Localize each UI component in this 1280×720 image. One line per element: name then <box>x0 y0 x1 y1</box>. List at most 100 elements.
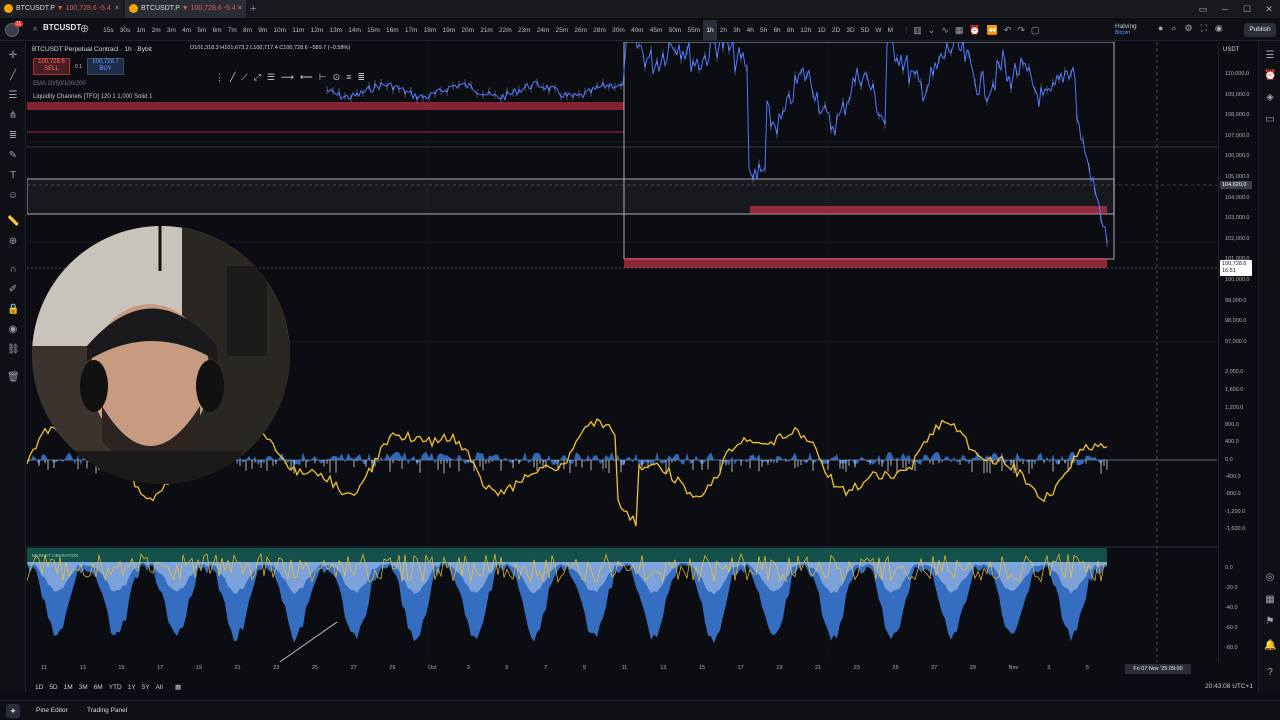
time-axis[interactable]: 11 13 15 17 19 21 23 25 27 29 Oct 3 5 7 9 11 13 15 17 19 21 2… <box>27 663 1217 675</box>
interval-24m[interactable]: 24m <box>534 20 553 41</box>
settings-icon[interactable]: ⚙ <box>1184 23 1192 34</box>
range-5Y[interactable]: 5Y <box>142 684 150 691</box>
indicators-icon[interactable]: ∿ <box>941 20 949 41</box>
trading-panel-tab[interactable]: Trading Panel <box>87 707 127 714</box>
range-1Y[interactable]: 1Y <box>128 684 136 691</box>
interval-15m[interactable]: 15m <box>364 20 383 41</box>
drag-handle-icon[interactable]: ⋮ <box>215 68 224 86</box>
calendar-icon[interactable]: ▦ <box>1264 594 1276 606</box>
interval-3m[interactable]: 3m <box>164 20 179 41</box>
pitchfork-icon[interactable]: ⋔ <box>7 110 19 122</box>
interval-2m[interactable]: 2m <box>149 20 164 41</box>
lock-icon[interactable]: 🔒 <box>7 304 19 316</box>
candle-type-icon[interactable]: ⫶ <box>905 20 907 41</box>
liquidity-channels-legend[interactable]: Liquidity Channels [TFO] 120 1 1,000 Sol… <box>33 94 152 100</box>
ruler-icon[interactable]: 📏 <box>7 216 19 228</box>
replay-icon[interactable]: ⏪ <box>987 20 998 41</box>
interval-13m[interactable]: 13m <box>326 20 345 41</box>
range-1D[interactable]: 1D <box>35 684 43 691</box>
range-6M[interactable]: 6M <box>94 684 103 691</box>
trend-line-icon[interactable]: ╱ <box>230 68 235 86</box>
link-icon[interactable]: ⛓ <box>7 344 20 356</box>
interval-5D[interactable]: 5D <box>858 20 873 41</box>
parallel-channel-icon[interactable]: ☰ <box>267 68 275 86</box>
interval-40m[interactable]: 40m <box>628 20 647 41</box>
watchlist-icon[interactable]: ☰ <box>1264 50 1276 62</box>
maximize-icon[interactable]: ☐ <box>1236 0 1258 18</box>
range-5D[interactable]: 5D <box>49 684 57 691</box>
interval-30m[interactable]: 30m <box>609 20 628 41</box>
interval-3h[interactable]: 3h <box>730 20 743 41</box>
cast-icon[interactable]: ▭ <box>1192 0 1214 18</box>
brush-icon[interactable]: ✎ <box>7 150 19 162</box>
fib-extension-icon[interactable]: ≣ <box>357 68 365 86</box>
range-3M[interactable]: 3M <box>79 684 88 691</box>
symbol-search-button[interactable]: BTCUSDT <box>43 23 81 32</box>
chart-legend-title[interactable]: BTCUSDT Perpetual Contract · 1h · Bybit <box>32 45 152 54</box>
alert-icon[interactable]: ⏰ <box>969 20 980 41</box>
interval-2h[interactable]: 2h <box>717 20 730 41</box>
alerts-icon[interactable]: ⏰ <box>1264 70 1276 82</box>
interval-9m[interactable]: 9m <box>255 20 270 41</box>
interval-18m[interactable]: 18m <box>421 20 440 41</box>
interval-7m[interactable]: 7m <box>225 20 240 41</box>
interval-26m[interactable]: 26m <box>571 20 590 41</box>
interval-8m[interactable]: 8m <box>240 20 255 41</box>
templates-icon[interactable]: ▦ <box>955 20 964 41</box>
circle-icon[interactable]: ⊙ <box>333 68 341 86</box>
target-icon[interactable]: ◎ <box>1264 572 1276 584</box>
profile-icon[interactable]: ● <box>1158 23 1163 34</box>
emoji-icon[interactable]: ☺ <box>7 190 19 202</box>
range-All[interactable]: All <box>156 684 163 691</box>
buy-button[interactable]: 100,728.7 BUY <box>87 58 124 75</box>
crosshair-icon[interactable]: ✛ <box>7 50 19 62</box>
path-icon[interactable]: ⟿ <box>281 68 294 86</box>
interval-1m[interactable]: 1m <box>133 20 148 41</box>
interval-4h[interactable]: 4h <box>744 20 757 41</box>
interval-20m[interactable]: 20m <box>458 20 477 41</box>
zoom-icon[interactable]: ⊕ <box>7 236 19 248</box>
browser-tab-1[interactable]: BTCUSDT.P ▼ 100,728.6 -5.4 × <box>0 0 123 18</box>
interval-12h[interactable]: 12h <box>797 20 814 41</box>
browser-tab-2[interactable]: BTCUSDT.P ▼ 100,728.6 -5.4 × <box>125 0 246 18</box>
interval-4m[interactable]: 4m <box>179 20 194 41</box>
trash-icon[interactable]: 🗑 <box>7 372 20 384</box>
minimize-icon[interactable]: ─ <box>1214 0 1236 18</box>
fib-icon[interactable]: ≡ <box>346 68 351 86</box>
bar-type-icon[interactable]: ▥ <box>913 20 922 41</box>
interval-10m[interactable]: 10m <box>270 20 289 41</box>
interval-3D[interactable]: 3D <box>843 20 858 41</box>
horizontal-ray-icon[interactable]: ⟵ <box>300 68 313 86</box>
text-icon[interactable]: T <box>7 170 19 182</box>
fib-icon[interactable]: ≣ <box>7 130 19 142</box>
notifications-icon[interactable]: ⚑ <box>1264 616 1276 628</box>
horizontal-lines-icon[interactable]: ☰ <box>7 90 19 102</box>
interval-22m[interactable]: 22m <box>496 20 515 41</box>
interval-25m[interactable]: 25m <box>552 20 571 41</box>
camera-icon[interactable]: ◉ <box>1215 23 1223 34</box>
close-tab-icon[interactable]: × <box>115 0 119 18</box>
bell-icon[interactable]: 🔔 <box>1264 640 1276 652</box>
interval-12m[interactable]: 12m <box>308 20 327 41</box>
layers-icon[interactable]: ◈ <box>1264 92 1276 104</box>
goto-date-icon[interactable]: ▦ <box>175 683 181 691</box>
interval-6m[interactable]: 6m <box>209 20 224 41</box>
extended-line-icon[interactable]: ⤢ <box>254 68 261 86</box>
close-tab-icon[interactable]: × <box>238 0 242 18</box>
halving-indicator[interactable]: Halving Bitcoin <box>1115 23 1137 37</box>
range-YTD[interactable]: YTD <box>109 684 122 691</box>
clock[interactable]: 20:43:08 UTC+1 <box>1205 683 1253 690</box>
interval-23m[interactable]: 23m <box>515 20 534 41</box>
interval-16m[interactable]: 16m <box>383 20 402 41</box>
publish-button[interactable]: Publish <box>1244 23 1276 37</box>
interval-M[interactable]: M <box>885 20 897 41</box>
interval-30s[interactable]: 30s <box>117 20 134 41</box>
long-position-icon[interactable]: ⊢ <box>319 68 327 86</box>
range-1M[interactable]: 1M <box>64 684 73 691</box>
chevron-down-icon[interactable]: ⌄ <box>928 20 936 41</box>
chat-icon[interactable]: ▭ <box>1264 114 1276 126</box>
price-axis[interactable]: 110,000.0 109,000.0 108,000.0 107,000.0 106,… <box>1218 42 1258 662</box>
interval-1D[interactable]: 1D <box>814 20 829 41</box>
interval-14m[interactable]: 14m <box>345 20 364 41</box>
interval-50m[interactable]: 50m <box>666 20 685 41</box>
